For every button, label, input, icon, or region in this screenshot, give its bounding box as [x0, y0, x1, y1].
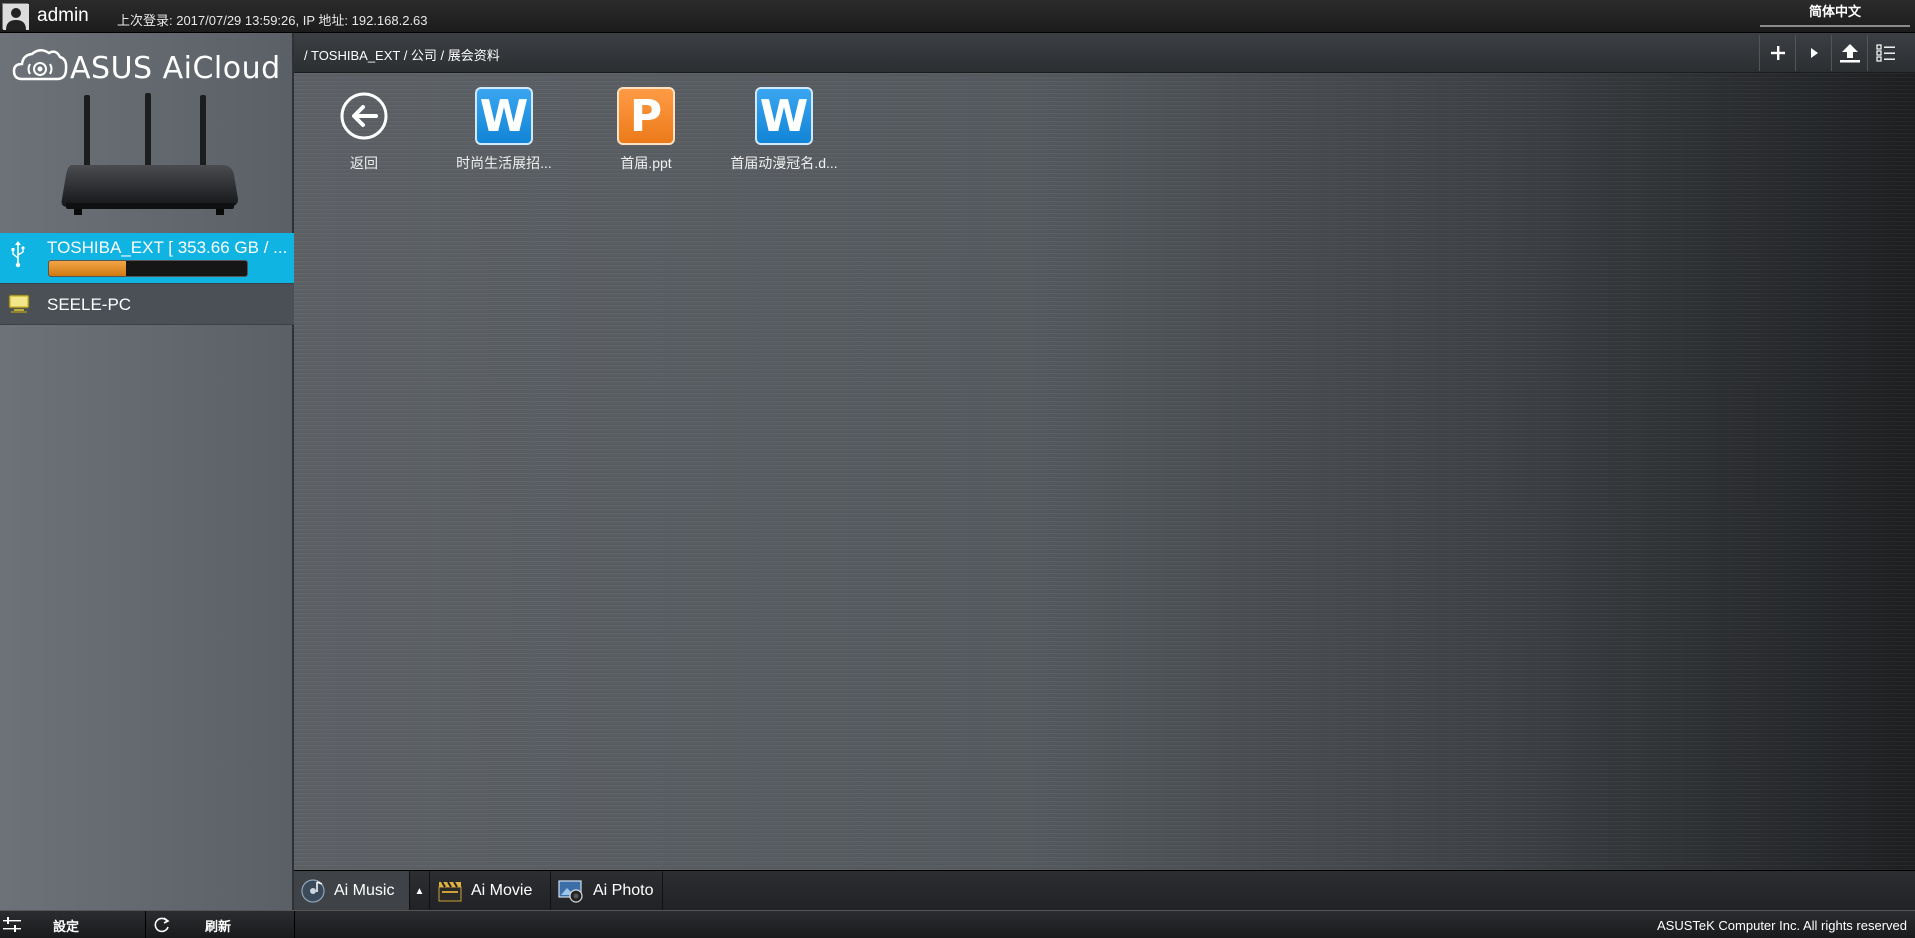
language-selector[interactable]: 简体中文: [1760, 0, 1910, 27]
footer-divider: [294, 911, 295, 938]
music-disc-icon: [301, 879, 325, 903]
expand-arrow-button[interactable]: ▲: [410, 871, 430, 911]
list-view-icon: [1875, 44, 1895, 62]
ai-photo-button[interactable]: Ai Photo: [551, 871, 663, 911]
powerpoint-icon: P: [617, 87, 675, 145]
storage-usage-fill: [49, 261, 127, 276]
footer: 設定 刷新 ASUSTeK Computer Inc. All rights r…: [0, 910, 1915, 938]
path-bar: / TOSHIBA_EXT / 公司 / 展会资料: [294, 33, 1915, 73]
refresh-icon: [154, 917, 170, 933]
ai-movie-label: Ai Movie: [471, 882, 533, 899]
device-label: SEELE-PC: [47, 295, 132, 314]
caret-up-icon: ▲: [414, 885, 425, 897]
film-clapper-icon: [438, 881, 462, 902]
device-seele-pc[interactable]: SEELE-PC: [0, 283, 294, 325]
router-image: [61, 93, 238, 215]
copyright-text: ASUSTeK Computer Inc. All rights reserve…: [1657, 918, 1907, 933]
play-icon: [1810, 48, 1818, 58]
ai-music-button[interactable]: Ai Music: [294, 871, 410, 911]
word-icon: W: [475, 87, 533, 145]
file-browser: / TOSHIBA_EXT / 公司 / 展会资料 返回 W 时尚生活展招...…: [294, 33, 1915, 870]
file-item-back[interactable]: 返回: [294, 87, 434, 173]
sidebar: ASUS AiCloud TOSHIBA_EXT [ 353.66 GB / .…: [0, 33, 294, 910]
settings-button[interactable]: 設定: [0, 911, 145, 938]
ai-movie-button[interactable]: Ai Movie: [431, 871, 551, 911]
settings-sliders-icon: [3, 917, 21, 932]
file-item[interactable]: P 首届.ppt: [576, 87, 716, 173]
photo-camera-icon: [558, 880, 583, 903]
back-arrow-icon: [335, 87, 393, 145]
file-name: 首届.ppt: [620, 155, 672, 171]
breadcrumb[interactable]: / TOSHIBA_EXT / 公司 / 展会资料: [304, 45, 500, 64]
cloud-logo-icon: [12, 49, 68, 81]
device-label: TOSHIBA_EXT [ 353.66 GB / ...: [47, 238, 288, 257]
list-view-button[interactable]: [1867, 35, 1903, 71]
word-icon: W: [755, 87, 813, 145]
device-toshiba-ext[interactable]: TOSHIBA_EXT [ 353.66 GB / ...: [0, 233, 294, 283]
settings-label: 設定: [53, 918, 80, 934]
refresh-label: 刷新: [205, 918, 232, 934]
storage-usage-bar: [48, 260, 248, 277]
top-bar: admin 上次登录: 2017/07/29 13:59:26, IP 地址: …: [0, 0, 1915, 33]
user-avatar-icon[interactable]: [2, 3, 29, 30]
file-item[interactable]: W 时尚生活展招...: [434, 87, 574, 173]
ai-photo-label: Ai Photo: [593, 882, 654, 899]
file-item[interactable]: W 首届动漫冠名.d...: [714, 87, 854, 173]
username: admin: [37, 5, 89, 26]
file-name: 返回: [350, 155, 378, 171]
ai-music-label: Ai Music: [334, 882, 395, 899]
file-name: 首届动漫冠名.d...: [730, 155, 838, 171]
play-button[interactable]: [1795, 35, 1831, 71]
upload-icon: [1839, 44, 1860, 63]
add-button[interactable]: [1759, 35, 1795, 71]
aicloud-logo: ASUS AiCloud: [12, 45, 287, 86]
computer-icon: [8, 294, 30, 313]
usb-icon: [11, 241, 25, 268]
app-bar: Ai Music ▲ Ai Movie Ai Photo: [294, 870, 1915, 911]
upload-button[interactable]: [1831, 35, 1867, 71]
plus-icon: [1770, 46, 1785, 60]
logo-text: ASUS AiCloud: [70, 51, 281, 86]
file-name: 时尚生活展招...: [456, 155, 552, 171]
last-login-info: 上次登录: 2017/07/29 13:59:26, IP 地址: 192.16…: [117, 13, 428, 28]
refresh-button[interactable]: 刷新: [146, 911, 294, 938]
